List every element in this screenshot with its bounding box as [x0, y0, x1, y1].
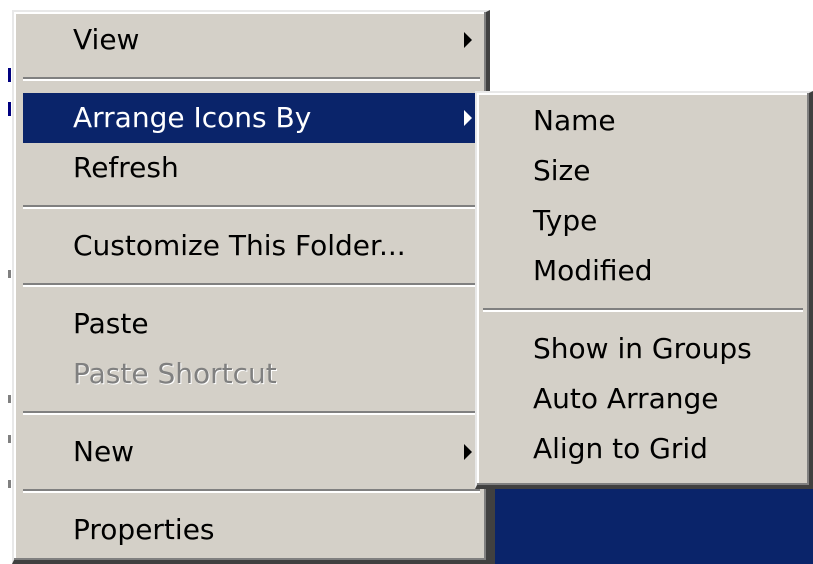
- submenu-item-type[interactable]: Type: [483, 196, 803, 246]
- submenu-item-label: Size: [533, 154, 591, 187]
- menu-item-label: Properties: [73, 513, 215, 546]
- submenu-arrow-icon: [464, 32, 472, 48]
- background-fragment: [8, 435, 11, 443]
- desktop-area: View Arrange Icons By Refresh Customize …: [0, 0, 813, 564]
- menu-item-paste-shortcut: Paste Shortcut: [23, 349, 480, 399]
- context-menu: View Arrange Icons By Refresh Customize …: [12, 10, 490, 564]
- submenu-item-size[interactable]: Size: [483, 146, 803, 196]
- menu-item-view[interactable]: View: [23, 15, 480, 65]
- background-fragment: [8, 270, 11, 278]
- background-fragment: [8, 480, 11, 488]
- menu-item-label: Arrange Icons By: [73, 101, 312, 134]
- menu-item-customize-folder[interactable]: Customize This Folder...: [23, 221, 480, 271]
- menu-item-paste[interactable]: Paste: [23, 299, 480, 349]
- background-fragment: [8, 102, 11, 116]
- menu-separator: [23, 271, 480, 299]
- background-fragment: [8, 68, 11, 82]
- submenu-item-label: Auto Arrange: [533, 382, 719, 415]
- menu-separator: [23, 477, 480, 505]
- submenu-item-label: Align to Grid: [533, 432, 708, 465]
- menu-separator: [23, 193, 480, 221]
- menu-item-label: Refresh: [73, 151, 179, 184]
- menu-item-label: Paste: [73, 307, 149, 340]
- menu-separator: [23, 65, 480, 93]
- background-window: [495, 488, 813, 564]
- menu-item-label: Paste Shortcut: [73, 357, 277, 390]
- menu-item-new[interactable]: New: [23, 427, 480, 477]
- submenu-item-label: Type: [533, 204, 598, 237]
- submenu-item-auto-arrange[interactable]: Auto Arrange: [483, 374, 803, 424]
- submenu-item-label: Name: [533, 104, 616, 137]
- background-fragment: [8, 395, 11, 403]
- menu-separator: [483, 296, 803, 324]
- menu-item-arrange-icons-by[interactable]: Arrange Icons By: [23, 93, 480, 143]
- menu-item-label: View: [73, 23, 140, 56]
- arrange-icons-submenu: Name Size Type Modified Show in Groups A…: [475, 91, 813, 489]
- menu-item-label: New: [73, 435, 135, 468]
- submenu-item-modified[interactable]: Modified: [483, 246, 803, 296]
- submenu-arrow-icon: [464, 444, 472, 460]
- menu-item-properties[interactable]: Properties: [23, 505, 480, 555]
- submenu-item-name[interactable]: Name: [483, 96, 803, 146]
- menu-separator: [23, 399, 480, 427]
- menu-item-refresh[interactable]: Refresh: [23, 143, 480, 193]
- submenu-arrow-icon: [464, 110, 472, 126]
- submenu-item-show-in-groups[interactable]: Show in Groups: [483, 324, 803, 374]
- submenu-item-align-to-grid[interactable]: Align to Grid: [483, 424, 803, 474]
- menu-item-label: Customize This Folder...: [73, 229, 406, 262]
- submenu-item-label: Show in Groups: [533, 332, 752, 365]
- submenu-item-label: Modified: [533, 254, 653, 287]
